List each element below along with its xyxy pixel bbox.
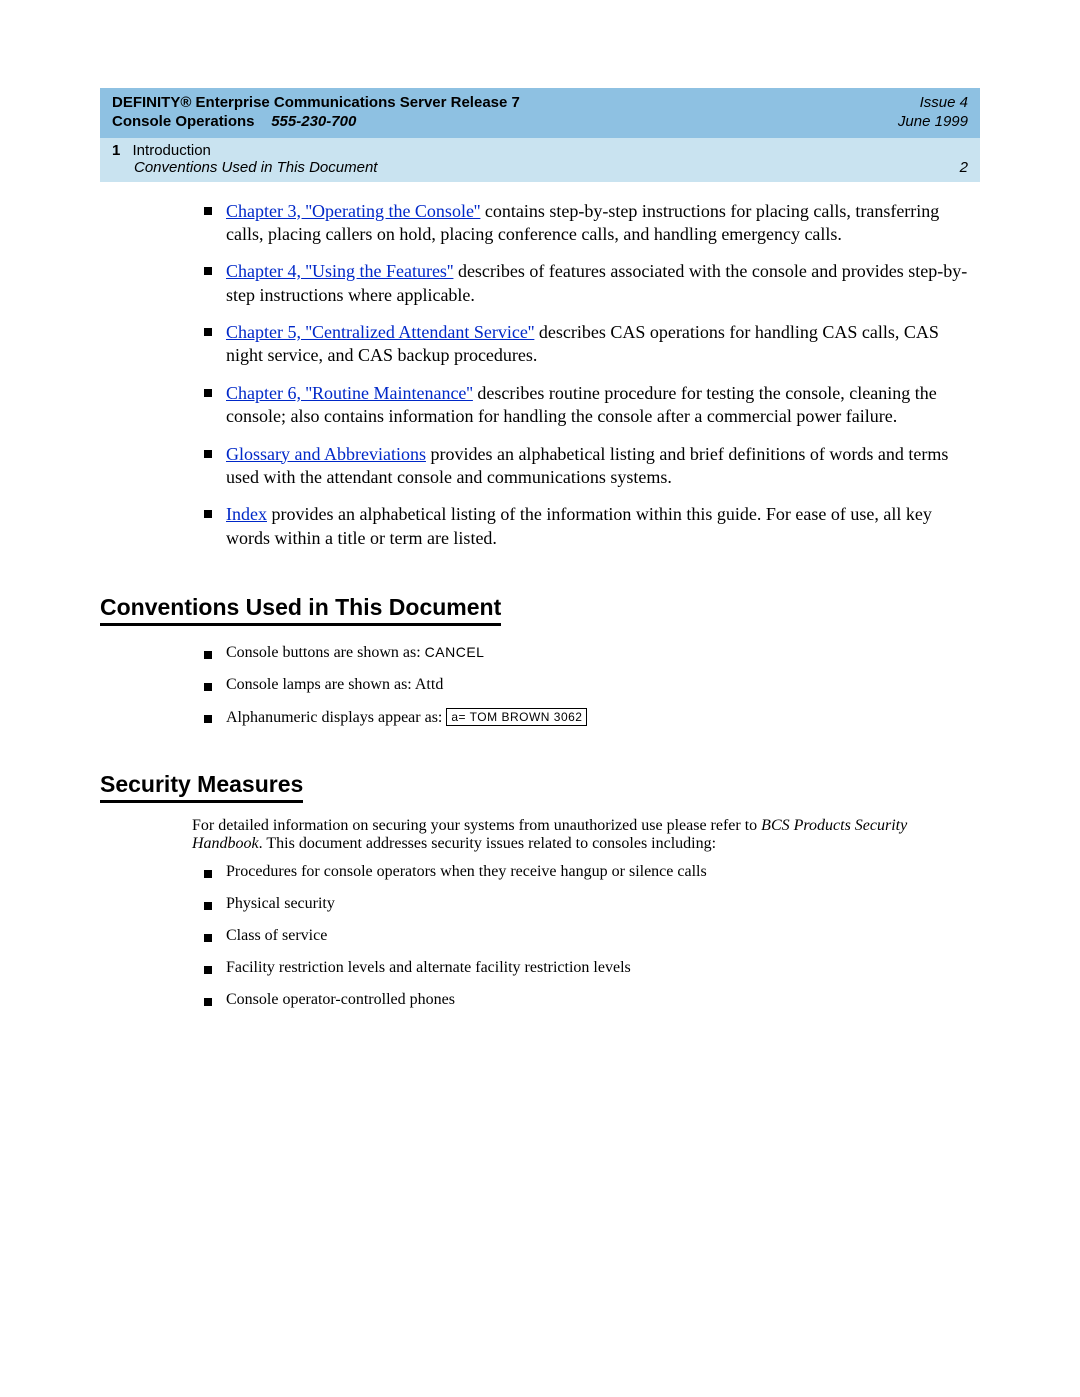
list-item: Chapter 6, ''Routine Maintenance'' descr…: [226, 382, 980, 429]
header-right: Issue 4 June 1999: [898, 94, 968, 132]
list-item: Console buttons are shown as: CANCEL: [226, 644, 980, 662]
header-sub-bar: 1 Introduction Conventions Used in This …: [100, 138, 980, 182]
date-label: June 1999: [898, 113, 968, 132]
list-item: Physical security: [226, 895, 980, 913]
conventions-section: Conventions Used in This Document Consol…: [100, 564, 980, 727]
intro-post: . This document addresses security issue…: [259, 835, 716, 852]
chapter-link[interactable]: Index: [226, 504, 267, 524]
doc-line: Console Operations 555-230-700: [112, 113, 520, 132]
list-text: Class of service: [226, 927, 327, 944]
chapter-link[interactable]: Chapter 6, ''Routine Maintenance'': [226, 383, 473, 403]
security-heading: Security Measures: [100, 771, 303, 803]
chapter-link[interactable]: Glossary and Abbreviations: [226, 444, 426, 464]
product-title: DEFINITY® Enterprise Communications Serv…: [112, 94, 520, 113]
conventions-heading: Conventions Used in This Document: [100, 594, 501, 626]
list-text: Facility restriction levels and alternat…: [226, 959, 631, 976]
chapter-number: 1: [112, 142, 120, 159]
chapter-link[interactable]: Chapter 4, ''Using the Features'': [226, 261, 453, 281]
list-text: Procedures for console operators when th…: [226, 863, 707, 880]
list-item: Facility restriction levels and alternat…: [226, 959, 980, 977]
button-sample: CANCEL: [425, 644, 485, 660]
page: DEFINITY® Enterprise Communications Serv…: [0, 0, 1080, 1397]
list-item: Chapter 5, ''Centralized Attendant Servi…: [226, 321, 980, 368]
security-section: Security Measures For detailed informati…: [100, 741, 980, 1009]
list-item: Index provides an alphabetical listing o…: [226, 503, 980, 550]
chapter-title: Introduction: [133, 142, 211, 159]
list-item: Procedures for console operators when th…: [226, 863, 980, 881]
list-text: Physical security: [226, 895, 335, 912]
list-text: Console lamps are shown as: Attd: [226, 676, 443, 693]
list-item: Chapter 3, ''Operating the Console'' con…: [226, 200, 980, 247]
issue-label: Issue 4: [898, 94, 968, 113]
page-number: 2: [960, 159, 968, 176]
chapter-link[interactable]: Chapter 5, ''Centralized Attendant Servi…: [226, 322, 534, 342]
overview-list: Chapter 3, ''Operating the Console'' con…: [192, 200, 980, 551]
list-item: Console operator-controlled phones: [226, 991, 980, 1009]
breadcrumb: 1 Introduction Conventions Used in This …: [112, 142, 377, 176]
list-text: provides an alphabetical listing of the …: [226, 504, 932, 547]
list-item: Class of service: [226, 927, 980, 945]
list-item: Glossary and Abbreviations provides an a…: [226, 443, 980, 490]
list-item: Console lamps are shown as: Attd: [226, 676, 980, 694]
running-section: Conventions Used in This Document: [134, 159, 377, 176]
list-item: Chapter 4, ''Using the Features'' descri…: [226, 260, 980, 307]
section-name: Console Operations: [112, 113, 255, 130]
display-sample: a= TOM BROWN 3062: [446, 708, 587, 726]
header-top-bar: DEFINITY® Enterprise Communications Serv…: [100, 88, 980, 138]
doc-number: 555-230-700: [271, 113, 356, 130]
list-text: Console operator-controlled phones: [226, 991, 455, 1008]
intro-pre: For detailed information on securing you…: [192, 817, 761, 834]
header-left: DEFINITY® Enterprise Communications Serv…: [112, 94, 520, 132]
list-text: Console buttons are shown as:: [226, 644, 425, 661]
list-item: Alphanumeric displays appear as: a= TOM …: [226, 708, 980, 727]
list-text: Alphanumeric displays appear as:: [226, 709, 446, 726]
chapter-link[interactable]: Chapter 3, ''Operating the Console'': [226, 201, 480, 221]
security-intro: For detailed information on securing you…: [192, 817, 980, 853]
